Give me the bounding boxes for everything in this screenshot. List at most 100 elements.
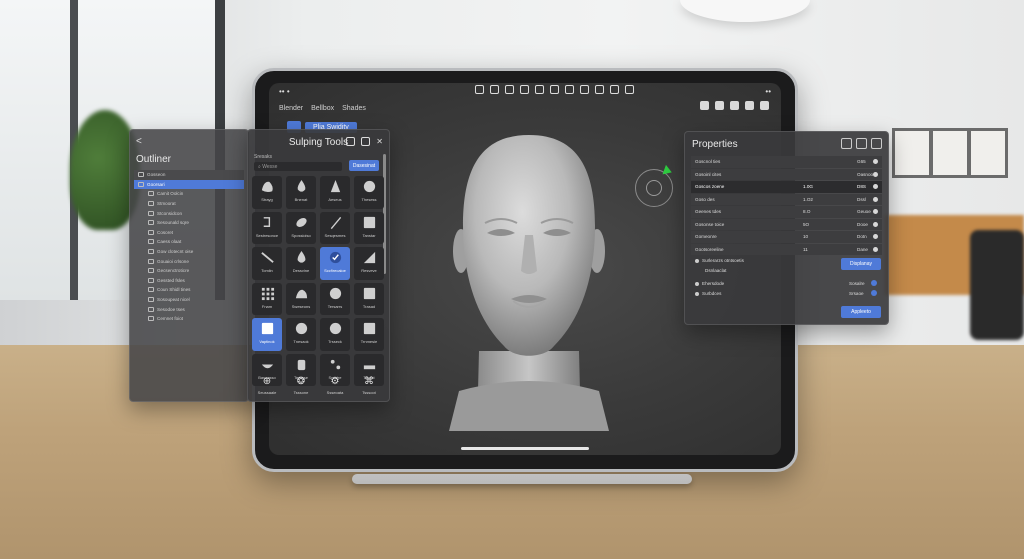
outliner-item[interactable]: Gouaioi crlsone (134, 256, 244, 266)
expand-icon[interactable] (871, 138, 882, 149)
outliner-item[interactable]: Coun Shidl tines (134, 285, 244, 295)
tool-tile[interactable]: Tnesaok (286, 318, 316, 351)
property-row[interactable]: Gosonse toice 5O Dooe (691, 218, 882, 230)
tool-tile[interactable]: Thesess (354, 176, 384, 209)
tool-icon[interactable] (550, 85, 559, 94)
tool-tile[interactable]: Resveve (354, 247, 384, 280)
apply-button[interactable]: Appleeto (841, 306, 881, 318)
copy-icon[interactable] (856, 138, 867, 149)
pin-icon[interactable] (841, 138, 852, 149)
property-row[interactable]: Gosoinl cites Oasnoo (691, 168, 882, 180)
close-icon[interactable]: ✕ (376, 137, 383, 146)
tool-tile[interactable]: Strayg (252, 176, 282, 209)
settings-icon[interactable] (760, 101, 769, 110)
home-indicator (461, 447, 589, 450)
outliner-item[interactable]: Sosoupeat nicel (134, 295, 244, 305)
property-row[interactable]: Goscos zoene 1.0G D8S (691, 181, 882, 193)
outliner-item[interactable]: Stmoorat (134, 199, 244, 209)
camera-icon[interactable] (745, 101, 754, 110)
tools-search-input[interactable]: ⌕ Wesse (254, 162, 342, 171)
tool-icon[interactable] (595, 85, 604, 94)
tool-tile[interactable]: Tersarrs (320, 282, 350, 315)
outliner-item[interactable]: Sesodoe tses (134, 304, 244, 314)
outliner-item[interactable]: Gecsenctroticre (134, 266, 244, 276)
outliner-item[interactable]: Cosoret (134, 228, 244, 238)
tool-tile[interactable]: Fnam (252, 282, 282, 315)
tool-icon[interactable] (505, 85, 514, 94)
tool-tile[interactable]: Tanstar (354, 211, 384, 244)
tool-icon[interactable] (565, 85, 574, 94)
slider-knob-icon[interactable] (873, 234, 878, 240)
tool-tile[interactable]: Trsseck (320, 318, 350, 351)
tool-icon[interactable] (535, 85, 544, 94)
outliner-item[interactable]: Gessted fsles (134, 276, 244, 286)
outliner-item[interactable]: Gow clotecnt oise (134, 247, 244, 257)
tool-tile[interactable]: Tomlin (252, 247, 282, 280)
tool-tile[interactable]: ❂ Tsssone (286, 373, 316, 399)
tool-tile[interactable]: Sestresonce (252, 211, 282, 244)
slider-knob-icon[interactable] (873, 184, 878, 190)
property-row[interactable]: Geenes tdes 8.O Geuoe (691, 206, 882, 218)
settings-icon[interactable] (361, 137, 371, 146)
slider-knob-icon[interactable] (873, 221, 878, 227)
sculpted-head-model[interactable] (449, 131, 609, 431)
tool-icon[interactable] (580, 85, 589, 94)
tools-header-icons: ✕ (346, 137, 383, 146)
property-row[interactable]: Goscnol ties G65 (691, 156, 882, 168)
outliner-item[interactable]: Gosseon (134, 170, 244, 180)
tool-tile[interactable]: Vaptinok (252, 318, 282, 351)
tool-tile[interactable]: Sccfirecaloe (320, 247, 350, 280)
outliner-item-label: Cemnet foiot (157, 316, 184, 322)
layers-icon[interactable] (730, 101, 739, 110)
tools-action-button[interactable]: Dasesinat (349, 160, 379, 171)
toggle-switch[interactable] (871, 280, 877, 286)
outliner-item[interactable]: Stconsidcon (134, 208, 244, 218)
tool-tile[interactable]: Trasad (354, 282, 384, 315)
tool-icon[interactable] (520, 85, 529, 94)
property-row[interactable]: Gomeonre 10 Dotn (691, 231, 882, 243)
tool-icon[interactable] (625, 85, 634, 94)
shading-icon[interactable] (715, 101, 724, 110)
slider-knob-icon[interactable] (873, 209, 878, 215)
pen-icon (260, 250, 275, 265)
brush-icon[interactable] (700, 101, 709, 110)
tool-tile[interactable]: ⚙ Ssseoata (320, 373, 350, 399)
outliner-item[interactable]: Camit Oolcin (134, 189, 244, 199)
property-row[interactable]: Goso des 1.O2 Dssl (691, 193, 882, 205)
slider-knob-icon[interactable] (873, 171, 878, 177)
tool-tile[interactable]: Dessvine (286, 247, 316, 280)
property-row[interactable]: Gootsoreeline 11 Dane (691, 243, 882, 255)
menu-item[interactable]: Shades (342, 105, 366, 112)
menu-item[interactable]: Bellbox (311, 105, 334, 112)
option-row[interactable]: Ehersdode (695, 281, 724, 286)
tool-tile[interactable]: ⊕ Seussaale (252, 373, 282, 399)
outliner-item[interactable]: Sesounald sqre (134, 218, 244, 228)
tool-tile[interactable]: Trnmesie (354, 318, 384, 351)
tool-tile[interactable]: Sweseons (286, 282, 316, 315)
toolbar-icons (475, 85, 634, 94)
back-button[interactable]: < (136, 136, 142, 147)
view-gizmo[interactable] (635, 169, 673, 207)
display-button[interactable]: Displanay (841, 258, 881, 270)
property-label: Goscnol ties (695, 159, 721, 165)
toggle-switch[interactable] (871, 290, 877, 296)
slider-knob-icon[interactable] (873, 246, 878, 252)
tool-tile[interactable]: Sesqesmes (320, 211, 350, 244)
tool-tile[interactable]: Aeseus (320, 176, 350, 209)
slider-knob-icon[interactable] (873, 159, 878, 165)
option-row[interactable]: Surbdces (695, 291, 721, 296)
tool-tile[interactable]: Bnenat (286, 176, 316, 209)
tool-tile[interactable]: ⌘ Tsssoot (354, 373, 384, 399)
option-row[interactable]: Surlerarzs otntsoetis (695, 258, 744, 263)
slider-knob-icon[interactable] (873, 196, 878, 202)
copy-icon[interactable] (346, 137, 356, 146)
tool-icon[interactable] (610, 85, 619, 94)
outliner-item[interactable]: Goorsari (134, 179, 244, 190)
outliner-item[interactable]: Cemnet foiot (134, 314, 244, 324)
tool-icon[interactable] (475, 85, 484, 94)
tool-label: Aeseus (328, 197, 342, 202)
app-logo-label[interactable]: Blender (279, 105, 303, 112)
tool-icon[interactable] (490, 85, 499, 94)
tool-tile[interactable]: Spossioiso (286, 211, 316, 244)
outliner-item[interactable]: Caess olaat (134, 237, 244, 247)
